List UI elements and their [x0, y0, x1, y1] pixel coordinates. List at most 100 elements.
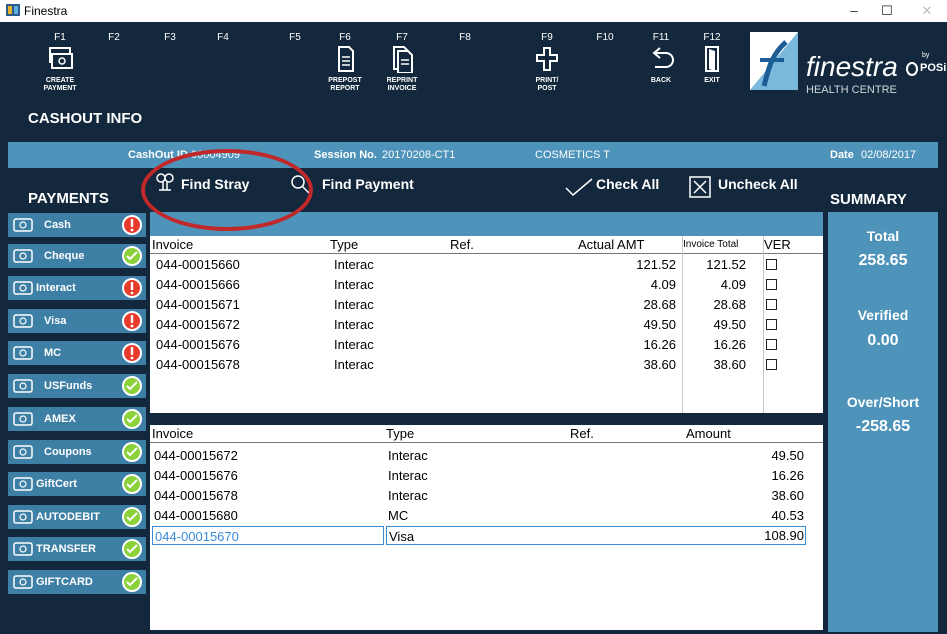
table-row[interactable]: 044-00015678 Interac 38.60	[150, 486, 823, 506]
table-row[interactable]: 044-00015676 Interac 16.26	[150, 466, 823, 486]
partner-by: by	[922, 52, 930, 59]
verify-checkbox[interactable]	[766, 319, 777, 330]
payment-cash-button[interactable]: Cash	[8, 213, 146, 237]
table-row[interactable]: 044-00015676 Interac 16.26 16.26	[150, 335, 823, 355]
payment-visa-button[interactable]: Visa	[8, 309, 146, 333]
table-row[interactable]: 044-00015670 Visa 108.90	[150, 526, 823, 546]
payment-label: Cash	[44, 219, 71, 231]
invoice-total-cell: 121.52	[706, 257, 746, 272]
table-row[interactable]: 044-00015672 Interac 49.50	[150, 446, 823, 466]
session-label: Session No.	[314, 149, 377, 161]
invoice-total-cell: 4.09	[720, 277, 746, 292]
col-amount: Amount	[686, 426, 731, 441]
payment-interact-button[interactable]: Interact	[8, 276, 146, 300]
overshort-value: -258.65	[855, 418, 911, 435]
invoice-total-cell: 28.68	[713, 297, 746, 312]
check-circle-icon	[122, 246, 142, 266]
warning-icon	[122, 343, 142, 363]
exit-button[interactable]: F12 EXIT	[677, 32, 747, 85]
print-post-button[interactable]: F9 PRINT/ POST	[512, 32, 582, 93]
fkey-f3[interactable]: F3	[150, 32, 190, 43]
amount-cell: 40.53	[771, 508, 804, 523]
close-icon[interactable]: ✕	[912, 2, 942, 20]
plus-cross-icon	[536, 47, 558, 71]
col-invoice: Invoice	[152, 237, 194, 252]
check-circle-icon	[122, 376, 142, 396]
invoice-grid-header: Invoice Type Ref. Actual AMT Invoice Tot…	[150, 236, 823, 254]
payment-giftcard-button[interactable]: GIFTCARD	[8, 570, 146, 594]
fkey-f5[interactable]: F5	[275, 32, 315, 43]
verified-value: 0.00	[867, 332, 899, 349]
cashout-info-bar: CashOut ID 00004909 Session No. 20170208…	[8, 142, 938, 168]
table-row[interactable]: 044-00015671 Interac 28.68 28.68	[150, 295, 823, 315]
payment-label: Cheque	[44, 250, 85, 262]
summary-panel: Total 258.65 Verified 0.00 Over/Short -2…	[828, 212, 938, 632]
table-row[interactable]: 044-00015672 Interac 49.50 49.50	[150, 315, 823, 335]
payment-transfer-button[interactable]: TRANSFER	[8, 537, 146, 561]
grid-separator	[150, 413, 823, 425]
create-payment-button[interactable]: F1 CREATE PAYMENT	[25, 32, 95, 93]
verify-checkbox[interactable]	[766, 259, 777, 270]
giftcert-icon	[13, 477, 33, 491]
payment-amex-button[interactable]: AMEX	[8, 407, 146, 431]
mastercard-icon	[13, 346, 33, 360]
money-icon	[49, 47, 73, 69]
payment-label: Visa	[44, 315, 67, 327]
fkey-f8[interactable]: F8	[445, 32, 485, 43]
visa-icon	[13, 314, 33, 328]
check-circle-icon	[122, 572, 142, 592]
check-circle-icon	[122, 507, 142, 527]
warning-icon	[122, 278, 142, 298]
payment-coupons-button[interactable]: Coupons	[8, 440, 146, 464]
payment-grid-header: Invoice Type Ref. Amount	[150, 425, 823, 443]
cash-icon	[13, 218, 33, 232]
verify-checkbox[interactable]	[766, 359, 777, 370]
fkey-f4[interactable]: F4	[203, 32, 243, 43]
cheque-icon	[13, 249, 33, 263]
warning-icon	[122, 311, 142, 331]
payment-label: USFunds	[44, 380, 93, 392]
payment-mc-button[interactable]: MC	[8, 341, 146, 365]
payment-label: GIFTCARD	[36, 576, 93, 588]
payment-label: GiftCert	[36, 478, 77, 490]
app-icon	[6, 4, 20, 16]
total-label: Total	[866, 228, 900, 244]
payment-label: Coupons	[44, 446, 92, 458]
toolbar: F1 F2 F3 F4 F5 F8 F10 F1 CREATE PAYMENT …	[0, 22, 947, 140]
check-circle-icon	[122, 442, 142, 462]
invoice-total-cell: 16.26	[713, 337, 746, 352]
session-value: 20170208-CT1	[382, 149, 456, 161]
giftcard-icon	[13, 575, 33, 589]
payment-autodebit-button[interactable]: AUTODEBIT	[8, 505, 146, 529]
usfunds-icon	[13, 379, 33, 393]
verify-checkbox[interactable]	[766, 339, 777, 350]
invoice-total-cell: 38.60	[713, 357, 746, 372]
table-row[interactable]: 044-00015678 Interac 38.60 38.60	[150, 355, 823, 375]
fkey-f2[interactable]: F2	[94, 32, 134, 43]
payment-grid: Invoice Type Ref. Amount 044-00015672 Int…	[150, 425, 823, 630]
payment-label: Interact	[36, 282, 76, 294]
fkey-f10[interactable]: F10	[585, 32, 625, 43]
check-all-label: Check All	[596, 176, 660, 192]
maximize-icon[interactable]: ☐	[872, 2, 902, 20]
reprint-invoice-button[interactable]: F7 REPRINT INVOICE	[367, 32, 437, 93]
brand-name: finestra	[806, 51, 898, 82]
uncheck-all-label: Uncheck All	[718, 176, 798, 192]
col-ver: VER	[764, 237, 791, 252]
minimize-icon[interactable]: –	[839, 2, 869, 20]
table-row[interactable]: 044-00015660 Interac 121.52 121.52	[150, 255, 823, 275]
coupon-icon	[13, 445, 33, 459]
table-row[interactable]: 044-00015680 MC 40.53	[150, 506, 823, 526]
amex-icon	[13, 412, 33, 426]
table-row[interactable]: 044-00015666 Interac 4.09 4.09	[150, 275, 823, 295]
finestra-logo	[750, 32, 798, 90]
verify-checkbox[interactable]	[766, 299, 777, 310]
payment-cheque-button[interactable]: Cheque	[8, 244, 146, 268]
uncheck-box-icon	[689, 176, 711, 198]
door-exit-icon	[705, 46, 719, 72]
warning-icon	[122, 215, 142, 235]
payment-usfunds-button[interactable]: USFunds	[8, 374, 146, 398]
verify-checkbox[interactable]	[766, 279, 777, 290]
payment-label: AUTODEBIT	[36, 511, 100, 523]
payment-giftcert-button[interactable]: GiftCert	[8, 472, 146, 496]
